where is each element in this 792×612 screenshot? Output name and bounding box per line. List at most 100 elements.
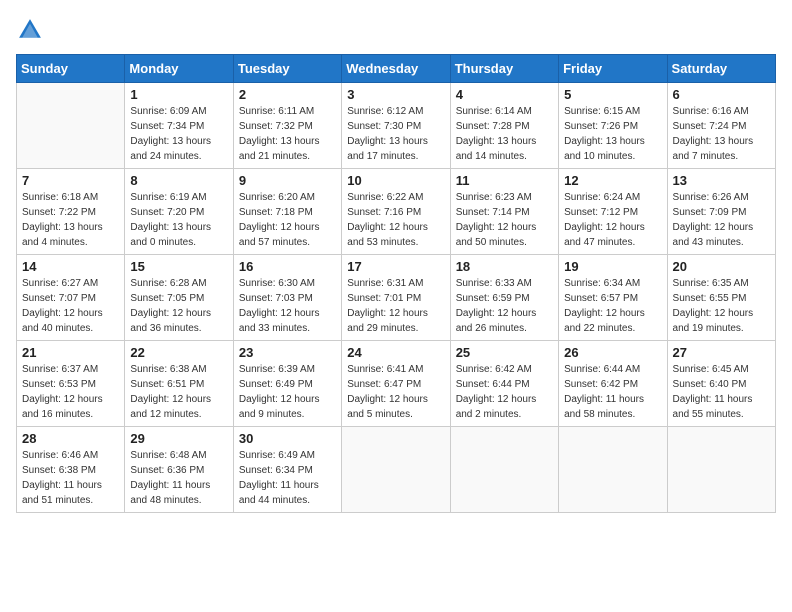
day-number: 29: [130, 431, 227, 446]
calendar-day-cell: 15 Sunrise: 6:28 AM Sunset: 7:05 PM Dayli…: [125, 255, 233, 341]
day-number: 20: [673, 259, 770, 274]
day-info: Sunrise: 6:41 AM Sunset: 6:47 PM Dayligh…: [347, 362, 444, 422]
day-info: Sunrise: 6:28 AM Sunset: 7:05 PM Dayligh…: [130, 276, 227, 336]
calendar-day-cell: 16Sunrise: 6:30 AM Sunset: 7:03 PM Dayli…: [233, 255, 341, 341]
day-info: Sunrise: 6:45 AM Sunset: 6:40 PM Dayligh…: [673, 362, 770, 422]
calendar-day-cell: 27Sunrise: 6:45 AM Sunset: 6:40 PM Dayli…: [667, 341, 775, 427]
calendar-day-cell: 2 Sunrise: 6:11 AM Sunset: 7:32 PM Daylig…: [233, 83, 341, 169]
calendar-day-cell: 10Sunrise: 6:22 AM Sunset: 7:16 PM Dayli…: [342, 169, 450, 255]
day-number: 21: [22, 345, 119, 360]
calendar-day-cell: 20 Sunrise: 6:35 AM Sunset: 6:55 PM Dayli…: [667, 255, 775, 341]
day-number: 25: [456, 345, 553, 360]
day-info: Sunrise: 6:16 AM Sunset: 7:24 PM Dayligh…: [673, 104, 770, 164]
day-info: Sunrise: 6:18 AM Sunset: 7:22 PM Dayligh…: [22, 190, 119, 250]
calendar-day-cell: [342, 427, 450, 513]
calendar-day-cell: 22 Sunrise: 6:38 AM Sunset: 6:51 PM Dayli…: [125, 341, 233, 427]
weekday-header: Tuesday: [233, 55, 341, 83]
calendar-week-row: 21 Sunrise: 6:37 AM Sunset: 6:53 PM Dayli…: [17, 341, 776, 427]
day-info: Sunrise: 6:15 AM Sunset: 7:26 PM Dayligh…: [564, 104, 661, 164]
day-number: 18: [456, 259, 553, 274]
day-number: 12: [564, 173, 661, 188]
day-number: 2: [239, 87, 336, 102]
calendar-day-cell: 8 Sunrise: 6:19 AM Sunset: 7:20 PM Daylig…: [125, 169, 233, 255]
calendar-day-cell: 23 Sunrise: 6:39 AM Sunset: 6:49 PM Dayli…: [233, 341, 341, 427]
calendar-day-cell: 3 Sunrise: 6:12 AM Sunset: 7:30 PM Daylig…: [342, 83, 450, 169]
calendar-table: SundayMondayTuesdayWednesdayThursdayFrid…: [16, 54, 776, 513]
day-number: 15: [130, 259, 227, 274]
logo-icon: [16, 16, 44, 44]
calendar-day-cell: 5 Sunrise: 6:15 AM Sunset: 7:26 PM Daylig…: [559, 83, 667, 169]
day-number: 8: [130, 173, 227, 188]
calendar-day-cell: 29 Sunrise: 6:48 AM Sunset: 6:36 PM Dayli…: [125, 427, 233, 513]
day-number: 13: [673, 173, 770, 188]
calendar-day-cell: 1 Sunrise: 6:09 AM Sunset: 7:34 PM Daylig…: [125, 83, 233, 169]
calendar-day-cell: [17, 83, 125, 169]
weekday-header: Saturday: [667, 55, 775, 83]
day-number: 23: [239, 345, 336, 360]
day-info: Sunrise: 6:11 AM Sunset: 7:32 PM Dayligh…: [239, 104, 336, 164]
day-info: Sunrise: 6:42 AM Sunset: 6:44 PM Dayligh…: [456, 362, 553, 422]
day-info: Sunrise: 6:26 AM Sunset: 7:09 PM Dayligh…: [673, 190, 770, 250]
calendar-day-cell: 19 Sunrise: 6:34 AM Sunset: 6:57 PM Dayli…: [559, 255, 667, 341]
day-number: 11: [456, 173, 553, 188]
calendar-day-cell: 21 Sunrise: 6:37 AM Sunset: 6:53 PM Dayli…: [17, 341, 125, 427]
day-info: Sunrise: 6:24 AM Sunset: 7:12 PM Dayligh…: [564, 190, 661, 250]
weekday-header: Thursday: [450, 55, 558, 83]
day-info: Sunrise: 6:12 AM Sunset: 7:30 PM Dayligh…: [347, 104, 444, 164]
day-number: 6: [673, 87, 770, 102]
day-info: Sunrise: 6:27 AM Sunset: 7:07 PM Dayligh…: [22, 276, 119, 336]
day-number: 7: [22, 173, 119, 188]
day-number: 5: [564, 87, 661, 102]
day-number: 22: [130, 345, 227, 360]
calendar-header-row: SundayMondayTuesdayWednesdayThursdayFrid…: [17, 55, 776, 83]
calendar-day-cell: 25 Sunrise: 6:42 AM Sunset: 6:44 PM Dayli…: [450, 341, 558, 427]
day-number: 30: [239, 431, 336, 446]
day-number: 14: [22, 259, 119, 274]
day-info: Sunrise: 6:39 AM Sunset: 6:49 PM Dayligh…: [239, 362, 336, 422]
calendar-week-row: 14 Sunrise: 6:27 AM Sunset: 7:07 PM Dayli…: [17, 255, 776, 341]
calendar-day-cell: 17 Sunrise: 6:31 AM Sunset: 7:01 PM Dayli…: [342, 255, 450, 341]
calendar-day-cell: 30 Sunrise: 6:49 AM Sunset: 6:34 PM Dayli…: [233, 427, 341, 513]
weekday-header: Wednesday: [342, 55, 450, 83]
calendar-day-cell: [450, 427, 558, 513]
weekday-header: Friday: [559, 55, 667, 83]
day-number: 17: [347, 259, 444, 274]
day-number: 26: [564, 345, 661, 360]
day-info: Sunrise: 6:19 AM Sunset: 7:20 PM Dayligh…: [130, 190, 227, 250]
calendar-day-cell: [667, 427, 775, 513]
weekday-header: Sunday: [17, 55, 125, 83]
day-info: Sunrise: 6:20 AM Sunset: 7:18 PM Dayligh…: [239, 190, 336, 250]
day-info: Sunrise: 6:35 AM Sunset: 6:55 PM Dayligh…: [673, 276, 770, 336]
day-info: Sunrise: 6:30 AM Sunset: 7:03 PM Dayligh…: [239, 276, 336, 336]
calendar-day-cell: [559, 427, 667, 513]
day-info: Sunrise: 6:09 AM Sunset: 7:34 PM Dayligh…: [130, 104, 227, 164]
day-info: Sunrise: 6:22 AM Sunset: 7:16 PM Dayligh…: [347, 190, 444, 250]
day-info: Sunrise: 6:38 AM Sunset: 6:51 PM Dayligh…: [130, 362, 227, 422]
day-info: Sunrise: 6:44 AM Sunset: 6:42 PM Dayligh…: [564, 362, 661, 422]
calendar-day-cell: 12 Sunrise: 6:24 AM Sunset: 7:12 PM Dayli…: [559, 169, 667, 255]
day-number: 4: [456, 87, 553, 102]
day-info: Sunrise: 6:37 AM Sunset: 6:53 PM Dayligh…: [22, 362, 119, 422]
weekday-header: Monday: [125, 55, 233, 83]
day-number: 28: [22, 431, 119, 446]
logo: [16, 16, 48, 44]
day-info: Sunrise: 6:49 AM Sunset: 6:34 PM Dayligh…: [239, 448, 336, 508]
day-info: Sunrise: 6:34 AM Sunset: 6:57 PM Dayligh…: [564, 276, 661, 336]
day-info: Sunrise: 6:31 AM Sunset: 7:01 PM Dayligh…: [347, 276, 444, 336]
day-info: Sunrise: 6:14 AM Sunset: 7:28 PM Dayligh…: [456, 104, 553, 164]
calendar-week-row: 7 Sunrise: 6:18 AM Sunset: 7:22 PM Daylig…: [17, 169, 776, 255]
calendar-day-cell: 26 Sunrise: 6:44 AM Sunset: 6:42 PM Dayli…: [559, 341, 667, 427]
day-info: Sunrise: 6:48 AM Sunset: 6:36 PM Dayligh…: [130, 448, 227, 508]
page-header: [16, 16, 776, 44]
day-info: Sunrise: 6:23 AM Sunset: 7:14 PM Dayligh…: [456, 190, 553, 250]
calendar-day-cell: 13 Sunrise: 6:26 AM Sunset: 7:09 PM Dayli…: [667, 169, 775, 255]
day-info: Sunrise: 6:33 AM Sunset: 6:59 PM Dayligh…: [456, 276, 553, 336]
calendar-day-cell: 7 Sunrise: 6:18 AM Sunset: 7:22 PM Daylig…: [17, 169, 125, 255]
day-number: 19: [564, 259, 661, 274]
day-number: 1: [130, 87, 227, 102]
calendar-day-cell: 24Sunrise: 6:41 AM Sunset: 6:47 PM Dayli…: [342, 341, 450, 427]
day-info: Sunrise: 6:46 AM Sunset: 6:38 PM Dayligh…: [22, 448, 119, 508]
day-number: 3: [347, 87, 444, 102]
calendar-week-row: 28 Sunrise: 6:46 AM Sunset: 6:38 PM Dayli…: [17, 427, 776, 513]
calendar-day-cell: 28 Sunrise: 6:46 AM Sunset: 6:38 PM Dayli…: [17, 427, 125, 513]
